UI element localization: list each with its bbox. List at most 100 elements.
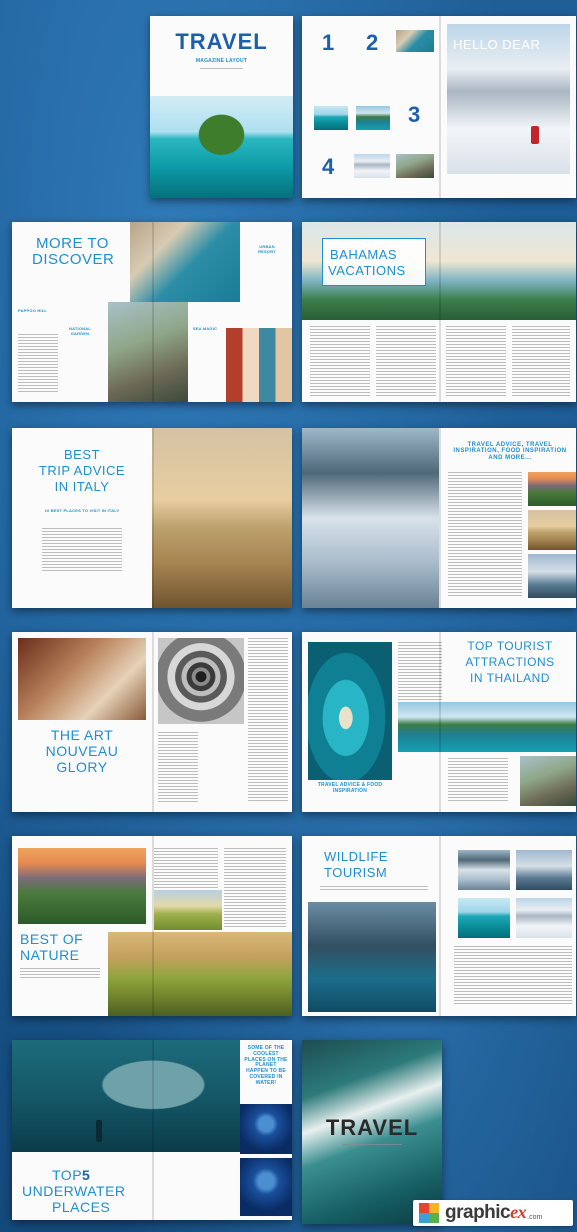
discover-item-3: SEA MAGIC: [192, 326, 218, 331]
discover-item-4: URBAN RESORT: [258, 244, 276, 254]
nature-photo-sunset: [18, 848, 146, 924]
hiker-figure: [531, 126, 539, 144]
italy-text: [42, 528, 122, 572]
contents-page: 1 2 3 4: [302, 16, 439, 198]
wildlife-photo-3: [458, 898, 510, 938]
thailand-photo-boats: [398, 702, 576, 752]
nature-text-1: [154, 848, 218, 888]
spread-italy: BEST TRIP ADVICE IN ITALY 10 BEST PLACES…: [12, 428, 292, 608]
italy-title-2: TRIP ADVICE: [38, 463, 126, 478]
watermark-domain: .com: [527, 1214, 543, 1221]
italy-subtitle: 10 BEST PLACES TO VISIT IN ITALY: [44, 508, 120, 513]
spread-advice: TRAVEL ADVICE, TRAVEL INSPIRATION, FOOD …: [302, 428, 576, 608]
thailand-title-1: TOP TOURIST: [467, 639, 553, 653]
hello-title: HELLO DEAR: [453, 37, 541, 52]
spread-back-cover: TRAVEL: [302, 1040, 442, 1224]
nature-photo-hills: [108, 932, 292, 1016]
underwater-five: 5: [82, 1167, 91, 1183]
cover-subtitle: MAGAZINE LAYOUT: [195, 58, 248, 64]
nouveau-text-2: [158, 732, 198, 802]
watermark-brand-ex: ex: [510, 1202, 527, 1222]
underwater-title-2: UNDERWATER: [22, 1183, 126, 1199]
diver-figure: [96, 1120, 102, 1142]
underwater-title-1: TOP5: [52, 1168, 90, 1183]
discover-item-2: NATIONAL GARDEN: [69, 326, 91, 336]
nouveau-title-2: NOUVEAU: [45, 743, 119, 759]
bahamas-title-2: VACATIONS: [328, 263, 406, 278]
nature-title-1: BEST OF: [20, 931, 84, 947]
nouveau-photo-spiral: [158, 638, 244, 724]
wildlife-title-2: TOURISM: [324, 865, 388, 880]
nouveau-text-1: [248, 638, 288, 802]
thailand-caption: TRAVEL ADVICE & FOOD INSPIRATION: [317, 782, 383, 794]
underwater-top: TOP: [52, 1167, 83, 1183]
thailand-title-2: ATTRACTIONS: [465, 655, 555, 669]
spread-thailand: TRAVEL ADVICE & FOOD INSPIRATION TOP TOU…: [302, 632, 576, 812]
bahamas-text-1: [310, 326, 370, 396]
wildlife-intro: [320, 886, 428, 892]
nouveau-title-3: GLORY: [56, 759, 108, 775]
nouveau-title-1: THE ART: [50, 727, 114, 743]
bahamas-text-2: [376, 326, 436, 396]
advice-photo-3: [528, 554, 576, 598]
nature-photo-field: [154, 890, 222, 930]
watermark-brand: graphicex: [445, 1202, 527, 1224]
bahamas-title-box: [322, 238, 426, 286]
contents-photo-3: [356, 106, 390, 130]
advice-photo-1: [528, 472, 576, 506]
underwater-photo-3: [240, 1158, 292, 1216]
contents-photo-4: [354, 154, 390, 178]
back-title: TRAVEL: [325, 1115, 419, 1140]
wildlife-photo-1: [458, 850, 510, 890]
advice-photo: [302, 428, 439, 608]
wildlife-photo-2: [516, 850, 572, 890]
contents-photo-5: [396, 154, 434, 178]
italy-left: BEST TRIP ADVICE IN ITALY 10 BEST PLACES…: [12, 428, 152, 608]
wildlife-photo-4: [516, 898, 572, 938]
watermark-logo: graphicex .com: [413, 1200, 573, 1226]
cube-icon: [419, 1203, 441, 1223]
discover-photo-coast: [108, 302, 188, 402]
contents-num-2: 2: [366, 30, 379, 55]
spread-wildlife: WILDLIFE TOURISM: [302, 836, 576, 1016]
underwater-photo-fish: [12, 1040, 240, 1152]
spread-underwater: TOP5 UNDERWATER PLACES SOME OF THE COOLE…: [12, 1040, 292, 1220]
contents-photo-1: [396, 30, 434, 52]
advice-photo-2: [528, 510, 576, 550]
advice-title: TRAVEL ADVICE, TRAVEL INSPIRATION, FOOD …: [453, 442, 567, 461]
spread-bahamas: BAHAMAS VACATIONS: [302, 222, 576, 402]
underwater-callout: SOME OF THE COOLEST PLACES ON THE PLANET…: [244, 1045, 288, 1086]
bahamas-title-1: BAHAMAS: [330, 247, 398, 262]
watermark-brand-main: graphic: [445, 1202, 511, 1223]
italy-title-3: IN ITALY: [54, 479, 110, 494]
thailand-text-2: [448, 758, 508, 802]
bahamas-text-3: [446, 326, 506, 396]
spread-cover: TRAVEL MAGAZINE LAYOUT: [150, 16, 293, 198]
italy-photo: [152, 428, 292, 608]
italy-title-1: BEST: [64, 447, 100, 462]
wildlife-text: [454, 946, 572, 1006]
back-tagline: [342, 1144, 402, 1147]
discover-photo-cliff: [130, 222, 240, 302]
advice-text: [448, 472, 522, 596]
contents-num-3: 3: [408, 102, 421, 127]
thailand-text: [398, 642, 442, 702]
bahamas-text-4: [512, 326, 570, 396]
nature-text-intro: [20, 968, 100, 978]
cover-photo: [150, 96, 293, 198]
discover-photo-houses: [226, 328, 292, 402]
thailand-photo-aerial: [308, 642, 392, 780]
spread-nouveau: THE ART NOUVEAU GLORY: [12, 632, 292, 812]
underwater-title-3: PLACES: [52, 1199, 111, 1215]
spread-discover: MORE TO DISCOVER PAPPOO HILL NATIONAL GA…: [12, 222, 292, 402]
underwater-photo-2: [240, 1104, 292, 1154]
spread-nature: BEST OF NATURE: [12, 836, 292, 1016]
discover-title-2: DISCOVER: [32, 251, 115, 268]
discover-title-1: MORE TO: [36, 235, 109, 252]
cover-tagline: [200, 68, 243, 71]
thailand-photo-cliff: [520, 756, 576, 806]
spread-contents: 1 2 3 4 HELLO DEAR: [302, 16, 576, 198]
cover-title: TRAVEL: [175, 29, 268, 54]
nouveau-photo-stairs: [18, 638, 146, 720]
discover-item-1: PAPPOO HILL: [18, 308, 48, 313]
